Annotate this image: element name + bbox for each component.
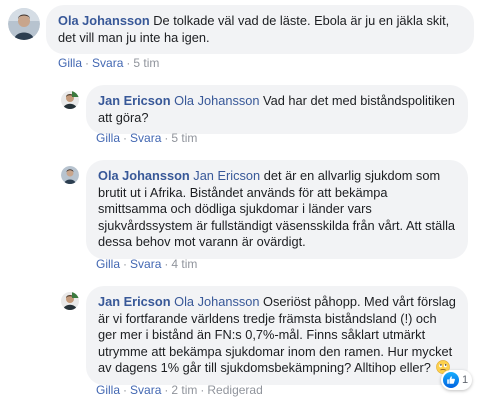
reply-link[interactable]: Svara — [130, 257, 161, 271]
comment-actions: Gilla · Svara · 5 tim — [96, 131, 198, 145]
like-link[interactable]: Gilla — [96, 131, 120, 145]
timestamp[interactable]: 5 tim — [171, 131, 197, 145]
edited-label[interactable]: Redigerad — [207, 383, 262, 397]
like-link[interactable]: Gilla — [96, 383, 120, 397]
comment-actions: Gilla · Svara · 5 tim — [58, 56, 160, 70]
timestamp[interactable]: 4 tim — [171, 257, 197, 271]
comment-author-link[interactable]: Jan Ericson — [98, 294, 171, 309]
avatar-jan-ericson[interactable] — [61, 91, 79, 109]
avatar-ola-johansson[interactable] — [8, 8, 40, 40]
like-reaction-icon — [443, 372, 459, 388]
comment-actions: Gilla · Svara · 2 tim · Redigerad — [96, 383, 263, 397]
timestamp[interactable]: 5 tim — [133, 56, 159, 70]
like-link[interactable]: Gilla — [96, 257, 120, 271]
reaction-count: 1 — [462, 374, 469, 386]
reply-link[interactable]: Svara — [92, 56, 123, 70]
comment-bubble: Jan Ericson Ola Johansson Oseriöst påhop… — [86, 286, 468, 385]
like-link[interactable]: Gilla — [58, 56, 82, 70]
comment-bubble: Jan Ericson Ola Johansson Vad har det me… — [86, 85, 468, 135]
avatar-ola-johansson[interactable] — [61, 166, 79, 184]
mention-link[interactable]: Jan Ericson — [193, 168, 260, 183]
mention-link[interactable]: Ola Johansson — [174, 294, 259, 309]
comment-author-link[interactable]: Ola Johansson — [98, 168, 190, 183]
comment-actions: Gilla · Svara · 4 tim — [96, 257, 198, 271]
reaction-summary[interactable]: 1 — [441, 370, 473, 390]
comment-bubble: Ola Johansson De tolkade väl vad de läst… — [46, 5, 474, 55]
avatar-jan-ericson[interactable] — [61, 292, 79, 310]
reply-link[interactable]: Svara — [130, 383, 161, 397]
mention-link[interactable]: Ola Johansson — [174, 93, 259, 108]
comment-author-link[interactable]: Jan Ericson — [98, 93, 171, 108]
reply-link[interactable]: Svara — [130, 131, 161, 145]
timestamp[interactable]: 2 tim — [171, 383, 197, 397]
comment-bubble: Ola Johansson Jan Ericson det är en allv… — [86, 160, 468, 259]
comment-author-link[interactable]: Ola Johansson — [58, 13, 150, 28]
